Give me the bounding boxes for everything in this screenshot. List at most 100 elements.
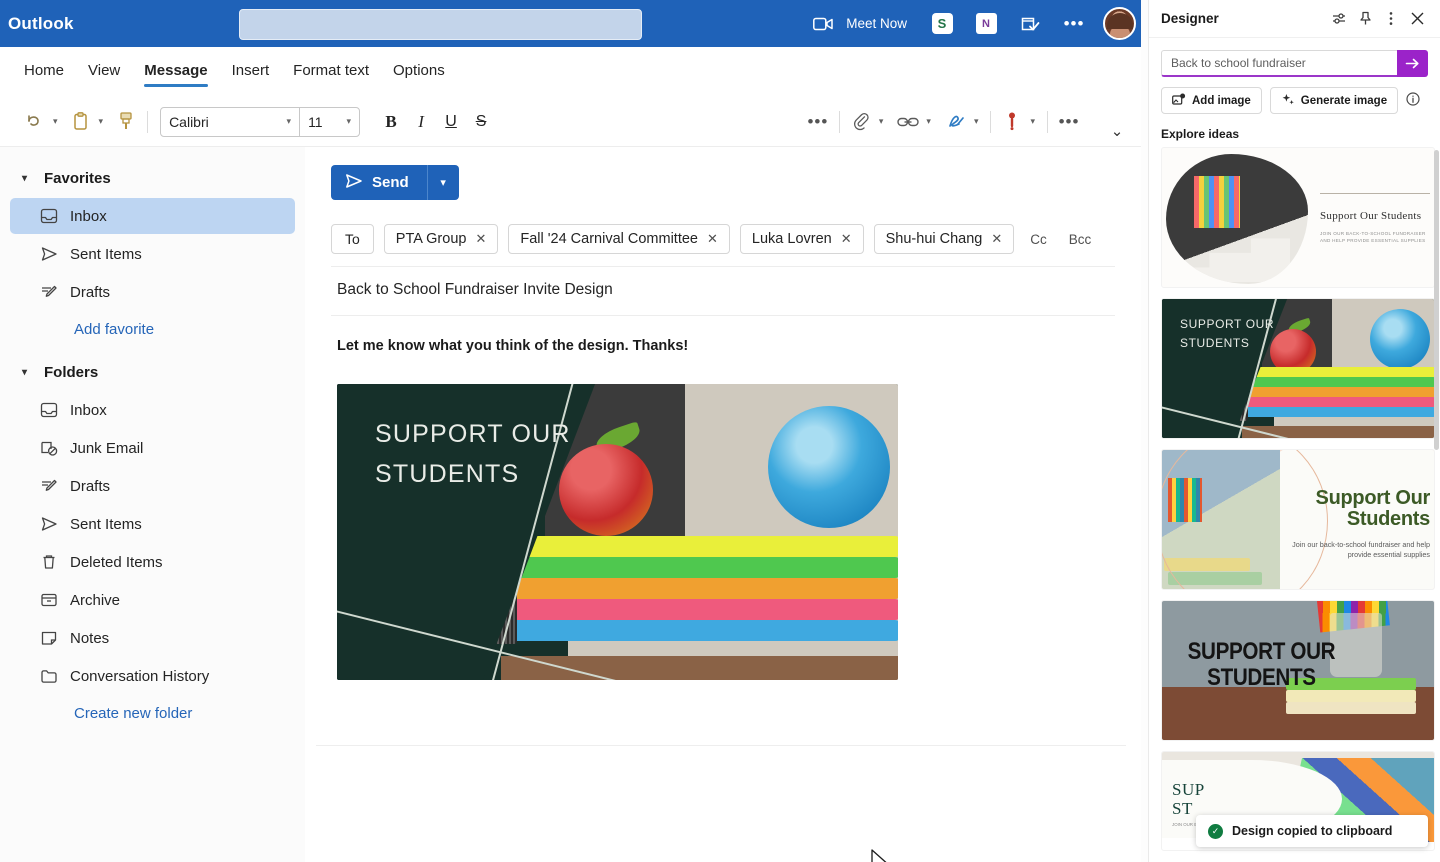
inbox-icon bbox=[40, 207, 58, 225]
favorites-group-header[interactable]: ▾ Favorites bbox=[0, 161, 305, 196]
title-bar: Outlook Meet Now S N ••• bbox=[0, 0, 1146, 47]
remove-recipient-icon[interactable]: ✕ bbox=[707, 231, 718, 247]
strikethrough-button[interactable]: S bbox=[466, 107, 496, 137]
link-icon[interactable] bbox=[895, 107, 921, 137]
tab-format-text[interactable]: Format text bbox=[281, 56, 381, 89]
expand-ribbon-icon[interactable]: ⌄ bbox=[1104, 116, 1130, 146]
paperclip-icon[interactable] bbox=[848, 107, 874, 137]
sliders-icon[interactable] bbox=[1326, 6, 1352, 32]
underline-button[interactable]: U bbox=[436, 107, 466, 137]
signature-icon[interactable] bbox=[943, 107, 969, 137]
bcc-button[interactable]: Bcc bbox=[1063, 232, 1098, 247]
tab-home[interactable]: Home bbox=[12, 56, 76, 89]
send-button[interactable]: Send bbox=[331, 165, 427, 200]
link-dropdown-caret[interactable]: ▾ bbox=[922, 116, 935, 127]
user-avatar[interactable] bbox=[1103, 7, 1136, 40]
format-toolbar-right: ••• ▾ ▾ ▾ ▾ ••• ⌄ bbox=[805, 98, 1130, 146]
headline-line-2: STUDENTS bbox=[1180, 336, 1250, 350]
sidebar-item-conversation-history[interactable]: Conversation History bbox=[10, 658, 295, 694]
send-icon bbox=[40, 245, 58, 263]
toast-message: Design copied to clipboard bbox=[1232, 824, 1393, 838]
italic-button[interactable]: I bbox=[406, 107, 436, 137]
toolbar-divider bbox=[838, 110, 840, 133]
bold-button[interactable]: B bbox=[376, 107, 406, 137]
onenote-glyph: N bbox=[975, 13, 997, 34]
sidebar-item-favorites-drafts[interactable]: Drafts bbox=[10, 274, 295, 310]
undo-dropdown-caret[interactable]: ▾ bbox=[49, 116, 62, 127]
meet-now-label[interactable]: Meet Now bbox=[846, 16, 907, 31]
sidebar-item-drafts[interactable]: Drafts bbox=[10, 468, 295, 504]
info-icon[interactable] bbox=[1406, 92, 1420, 109]
recipient-pill[interactable]: PTA Group ✕ bbox=[383, 224, 499, 254]
todo-icon[interactable] bbox=[1015, 9, 1045, 39]
more-formatting-icon[interactable]: ••• bbox=[805, 107, 831, 137]
design-card-elegant-serif[interactable]: Support Our Students JOIN OUR BACK-TO-SC… bbox=[1161, 147, 1435, 288]
more-options-icon[interactable]: ••• bbox=[1059, 9, 1089, 39]
arrow-right-icon[interactable] bbox=[1397, 50, 1428, 77]
sidebar-item-label: Inbox bbox=[70, 207, 107, 225]
sidebar-item-inbox[interactable]: Inbox bbox=[10, 392, 295, 428]
sidebar-item-deleted-items[interactable]: Deleted Items bbox=[10, 544, 295, 580]
skype-icon[interactable]: S bbox=[927, 9, 957, 39]
folders-group-header[interactable]: ▾ Folders bbox=[0, 355, 305, 390]
remove-recipient-icon[interactable]: ✕ bbox=[841, 231, 852, 247]
generate-image-button[interactable]: Generate image bbox=[1269, 87, 1399, 114]
font-size-select[interactable]: 11 ▾ bbox=[299, 107, 359, 136]
more-vertical-icon[interactable] bbox=[1378, 6, 1404, 32]
design-card-peach-circle[interactable]: Support Our Students Join our back-to-sc… bbox=[1161, 449, 1435, 590]
paste-icon[interactable] bbox=[68, 107, 94, 137]
send-options-caret[interactable]: ▾ bbox=[426, 165, 459, 200]
designer-prompt-input[interactable]: Back to school fundraiser bbox=[1161, 50, 1397, 77]
sidebar-item-favorites-sent[interactable]: Sent Items bbox=[10, 236, 295, 272]
sidebar-item-favorites-inbox[interactable]: Inbox bbox=[10, 198, 295, 234]
undo-icon[interactable] bbox=[22, 107, 48, 137]
message-body[interactable]: Let me know what you think of the design… bbox=[305, 316, 1141, 680]
onenote-icon[interactable]: N bbox=[971, 9, 1001, 39]
sidebar-item-sent-items[interactable]: Sent Items bbox=[10, 506, 295, 542]
tab-options[interactable]: Options bbox=[381, 56, 457, 89]
globe-object bbox=[768, 406, 890, 528]
folder-icon bbox=[40, 667, 58, 685]
format-painter-icon[interactable] bbox=[113, 107, 139, 137]
to-button[interactable]: To bbox=[331, 224, 374, 254]
recipient-pill[interactable]: Shu-hui Chang ✕ bbox=[873, 224, 1015, 254]
close-icon[interactable] bbox=[1404, 6, 1430, 32]
paste-dropdown-caret[interactable]: ▾ bbox=[95, 116, 108, 127]
headline-line-1: Support Our bbox=[1315, 487, 1431, 509]
design-card-dark-teal-hero[interactable]: SUPPORT OUR STUDENTS bbox=[1161, 298, 1435, 439]
add-image-button[interactable]: Add image bbox=[1161, 87, 1262, 114]
designer-scrollbar[interactable] bbox=[1434, 150, 1439, 450]
recipient-name: Luka Lovren bbox=[751, 231, 832, 247]
recipient-pill[interactable]: Luka Lovren ✕ bbox=[739, 224, 864, 254]
remove-recipient-icon[interactable]: ✕ bbox=[991, 231, 1002, 247]
cc-button[interactable]: Cc bbox=[1024, 232, 1053, 247]
video-camera-icon[interactable] bbox=[808, 9, 838, 39]
tab-view[interactable]: View bbox=[76, 56, 132, 89]
compose-footer-divider bbox=[316, 745, 1126, 746]
tab-insert[interactable]: Insert bbox=[220, 56, 282, 89]
subject-input[interactable]: Back to School Fundraiser Invite Design bbox=[331, 267, 1115, 316]
search-input[interactable] bbox=[239, 9, 642, 40]
add-favorite-link[interactable]: Add favorite bbox=[0, 312, 305, 347]
importance-icon[interactable] bbox=[999, 107, 1025, 137]
sidebar-item-notes[interactable]: Notes bbox=[10, 620, 295, 656]
panel-splitter[interactable] bbox=[1141, 0, 1148, 862]
more-commands-icon[interactable]: ••• bbox=[1056, 107, 1082, 137]
card-headline: SUPPORT OUR STUDENTS bbox=[1180, 315, 1274, 353]
tab-message[interactable]: Message bbox=[132, 56, 219, 89]
importance-dropdown-caret[interactable]: ▾ bbox=[1026, 116, 1039, 127]
sidebar-item-junk-email[interactable]: Junk Email bbox=[10, 430, 295, 466]
inserted-design-image[interactable]: SUPPORT OUR STUDENTS bbox=[337, 384, 898, 680]
format-toolbar: ▾ ▾ Calibri ▾ 11 ▾ B I U S ••• ▾ ▾ ▾ ▾ •… bbox=[0, 97, 1146, 147]
create-new-folder-link[interactable]: Create new folder bbox=[0, 696, 305, 731]
recipient-pill[interactable]: Fall '24 Carnival Committee ✕ bbox=[508, 224, 730, 254]
attach-dropdown-caret[interactable]: ▾ bbox=[875, 116, 888, 127]
font-size-value: 11 bbox=[308, 113, 323, 130]
sidebar-item-archive[interactable]: Archive bbox=[10, 582, 295, 618]
signature-dropdown-caret[interactable]: ▾ bbox=[970, 116, 983, 127]
designer-title: Designer bbox=[1161, 11, 1219, 26]
remove-recipient-icon[interactable]: ✕ bbox=[475, 231, 486, 247]
pin-icon[interactable] bbox=[1352, 6, 1378, 32]
font-family-select[interactable]: Calibri ▾ bbox=[161, 108, 299, 136]
design-card-bold-photo[interactable]: SUPPORT OUR STUDENTS bbox=[1161, 600, 1435, 741]
